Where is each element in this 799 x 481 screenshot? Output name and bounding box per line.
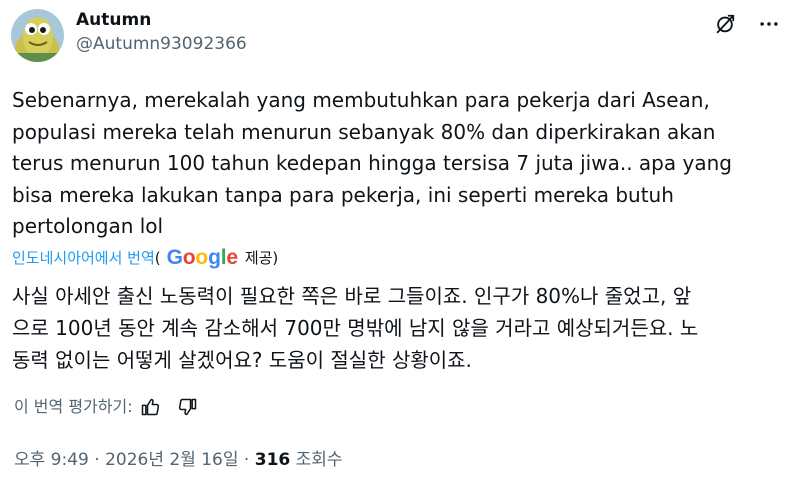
- meta-separator: ·: [88, 450, 106, 470]
- google-logo-letter: e: [226, 246, 238, 269]
- avatar[interactable]: [11, 9, 64, 62]
- rate-good-button[interactable]: [137, 394, 163, 420]
- thumbs-down-icon: [178, 398, 196, 416]
- google-logo-letter: g: [208, 246, 221, 269]
- grok-slash-icon: [716, 14, 735, 34]
- tweet-text-line: bisa mereka lakukan tanpa para pekerja, …: [12, 182, 674, 207]
- google-logo: Google: [167, 246, 238, 270]
- provided-by-label: 제공): [244, 249, 279, 267]
- tweet-actions-top: [713, 12, 781, 36]
- views-label: 조회수: [290, 450, 343, 470]
- avatar-image: [11, 9, 64, 62]
- thumbs-up-icon: [141, 398, 159, 416]
- google-logo-letters: Google: [167, 246, 238, 269]
- translated-text: 사실 아세안 출신 노동력이 필요한 쪽은 바로 그들이죠. 인구가 80%나 …: [12, 280, 782, 376]
- more-horizontal-icon: [760, 22, 778, 26]
- tweet-text-line: Sebenarnya, merekalah yang membutuhkan p…: [12, 88, 710, 112]
- author-block: Autumn @Autumn93092366: [76, 9, 247, 57]
- author-display-name[interactable]: Autumn: [76, 9, 247, 31]
- translated-text-line: 사실 아세안 출신 노동력이 필요한 쪽은 바로 그들이죠. 인구가 80%나 …: [12, 284, 692, 308]
- translation-header: 인도네시아어에서 번역 ( Google 제공): [12, 246, 278, 270]
- translated-text-line: 동력 없이는 어떻게 살겠어요? 도움이 절실한 상황이죠.: [12, 348, 472, 372]
- google-logo-letter: o: [182, 246, 196, 269]
- author-handle[interactable]: @Autumn93092366: [76, 31, 247, 57]
- tweet-text-line: terus menurun 100 tahun kedepan hingga t…: [12, 151, 732, 175]
- google-logo-letter: G: [166, 246, 183, 269]
- tweet-date[interactable]: 2026년 2월 16일: [105, 450, 238, 470]
- translated-text-line: 으로 100년 동안 계속 감소해서 700만 명밖에 남지 않을 거라고 예상…: [12, 316, 699, 340]
- rate-bad-button[interactable]: [175, 394, 201, 420]
- tweet-time[interactable]: 오후 9:49: [14, 450, 89, 470]
- views-count[interactable]: 316: [255, 450, 291, 470]
- meta-separator: ·: [238, 450, 255, 470]
- open-paren: (: [154, 249, 161, 267]
- tweet-meta: 오후 9:49 · 2026년 2월 16일 · 316 조회수: [14, 448, 343, 472]
- more-options-button[interactable]: [757, 12, 781, 36]
- translated-from-link[interactable]: 인도네시아어에서 번역: [12, 246, 155, 270]
- grok-button[interactable]: [713, 12, 737, 36]
- google-logo-letter: o: [195, 246, 209, 269]
- tweet-text-line: pertolongan lol: [12, 214, 164, 238]
- rate-translation-label: 이 번역 평가하기:: [14, 397, 133, 416]
- tweet-text-line: populasi mereka telah menurun sebanyak 8…: [12, 119, 716, 144]
- tweet-text: Sebenarnya, merekalah yang membutuhkan p…: [12, 85, 782, 243]
- rate-translation-row: 이 번역 평가하기:: [14, 394, 201, 420]
